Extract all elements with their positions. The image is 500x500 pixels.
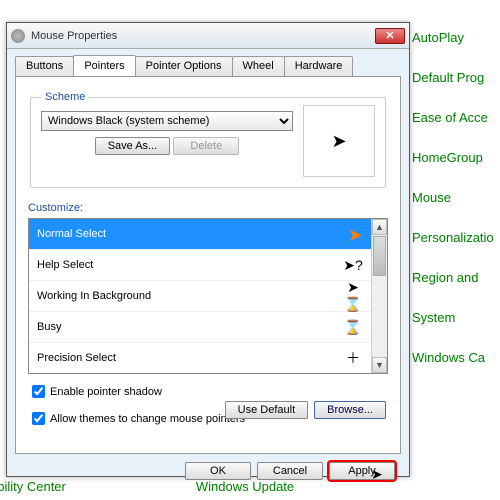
pointer-preview: ➤ xyxy=(303,105,375,177)
list-item[interactable]: Working In Background ➤⌛ xyxy=(29,281,371,312)
tab-buttons[interactable]: Buttons xyxy=(15,56,74,77)
list-item[interactable]: Help Select ➤? xyxy=(29,250,371,281)
tab-pointers[interactable]: Pointers xyxy=(73,55,135,76)
list-item-label: Working In Background xyxy=(37,290,151,302)
tab-pointer-options[interactable]: Pointer Options xyxy=(135,56,233,77)
control-panel-link[interactable]: Ease of Acce xyxy=(412,110,494,125)
enable-shadow-checkbox[interactable] xyxy=(32,385,45,398)
list-item-label: Precision Select xyxy=(37,352,116,364)
customize-label: Customize: xyxy=(28,202,388,214)
tab-panel-pointers: Scheme Windows Black (system scheme) Sav… xyxy=(15,76,401,454)
list-item-label: Help Select xyxy=(37,259,93,271)
control-panel-link[interactable]: Personalizatio xyxy=(412,230,494,245)
scrollbar[interactable]: ▲ ▼ xyxy=(371,219,387,373)
scroll-down-icon[interactable]: ▼ xyxy=(372,357,387,373)
help-cursor-icon: ➤? xyxy=(343,257,363,274)
ok-button[interactable]: OK xyxy=(185,462,251,480)
browse-button[interactable]: Browse... xyxy=(314,401,386,419)
working-cursor-icon: ➤⌛ xyxy=(343,279,363,313)
apply-button[interactable]: Apply xyxy=(329,462,395,480)
control-panel-link[interactable]: System xyxy=(412,310,494,325)
control-panel-link[interactable]: Default Prog xyxy=(412,70,494,85)
control-panel-link[interactable]: Region and xyxy=(412,270,494,285)
scroll-up-icon[interactable]: ▲ xyxy=(372,219,387,235)
close-button[interactable]: ✕ xyxy=(375,28,405,44)
window-title: Mouse Properties xyxy=(31,30,375,42)
cursor-preview-icon: ➤ xyxy=(331,131,346,152)
pointer-listbox[interactable]: Normal Select ➤ Help Select ➤? Working In Ba… xyxy=(28,218,388,374)
enable-shadow-label: Enable pointer shadow xyxy=(50,386,162,398)
tab-hardware[interactable]: Hardware xyxy=(284,56,354,77)
allow-themes-checkbox[interactable] xyxy=(32,412,45,425)
scroll-thumb[interactable] xyxy=(373,236,386,276)
delete-button[interactable]: Delete xyxy=(173,137,239,155)
list-item-label: Normal Select xyxy=(37,228,106,240)
arrow-icon: ➤ xyxy=(348,225,363,246)
app-icon xyxy=(11,29,25,43)
precision-cursor-icon: ＋ xyxy=(343,348,363,368)
control-panel-link[interactable]: AutoPlay xyxy=(412,30,494,45)
busy-cursor-icon: ⌛ xyxy=(343,319,363,336)
list-item[interactable]: Precision Select ＋ xyxy=(29,343,371,373)
control-panel-link[interactable]: Windows Ca xyxy=(412,350,494,365)
list-item[interactable]: Busy ⌛ xyxy=(29,312,371,343)
scheme-label: Scheme xyxy=(41,91,89,103)
control-panel-link[interactable]: HomeGroup xyxy=(412,150,494,165)
tab-strip: ButtonsPointersPointer OptionsWheelHardw… xyxy=(7,49,409,76)
list-item[interactable]: Normal Select ➤ xyxy=(29,219,371,250)
list-item-label: Busy xyxy=(37,321,61,333)
close-icon: ✕ xyxy=(385,29,394,42)
mouse-properties-dialog: Mouse Properties ✕ ButtonsPointersPointe… xyxy=(6,22,410,477)
allow-themes-label: Allow themes to change mouse pointers xyxy=(50,413,245,425)
tab-wheel[interactable]: Wheel xyxy=(232,56,285,77)
titlebar[interactable]: Mouse Properties ✕ xyxy=(7,23,409,49)
control-panel-link[interactable]: Mouse xyxy=(412,190,494,205)
scheme-group: Scheme Windows Black (system scheme) Sav… xyxy=(30,91,386,188)
use-default-button[interactable]: Use Default xyxy=(225,401,308,419)
cancel-button[interactable]: Cancel xyxy=(257,462,323,480)
save-as-button[interactable]: Save As... xyxy=(95,137,171,155)
scheme-select[interactable]: Windows Black (system scheme) xyxy=(41,111,293,131)
